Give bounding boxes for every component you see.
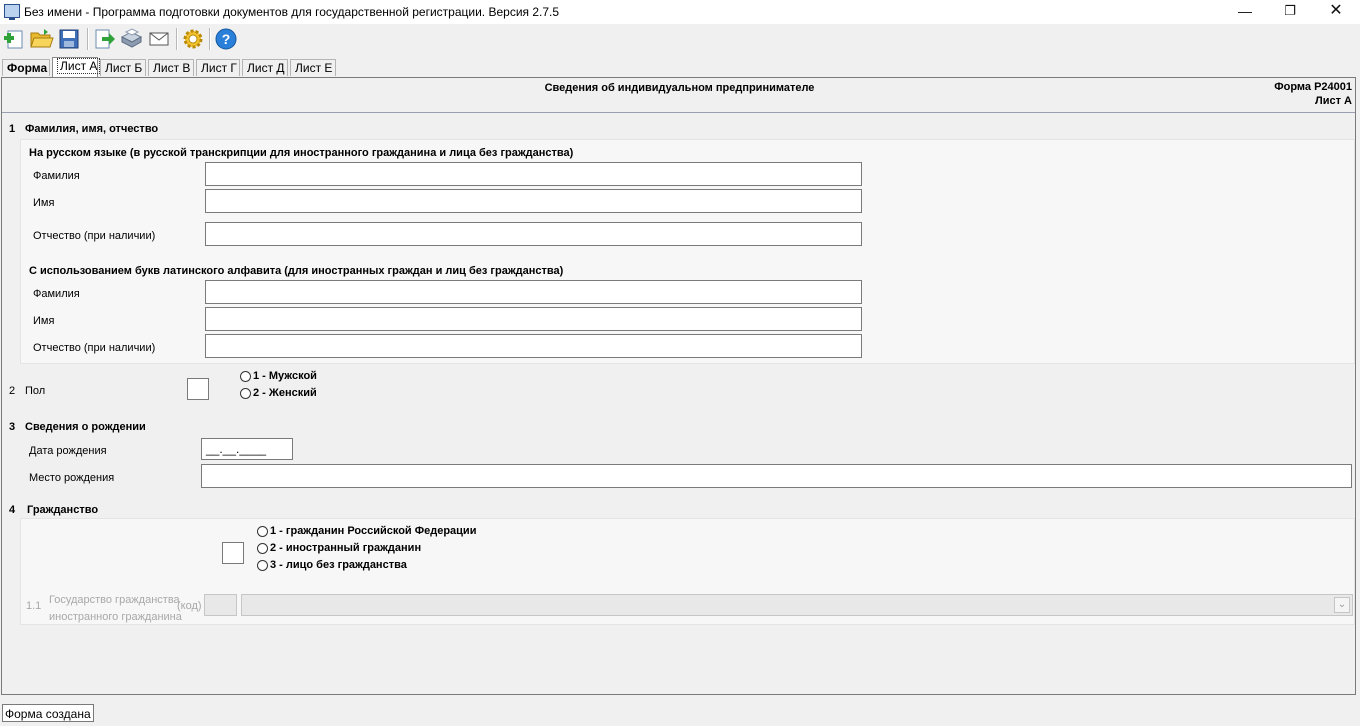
foreign-state-label-line1: Государство гражданства bbox=[49, 594, 180, 606]
print-icon[interactable] bbox=[118, 26, 144, 52]
radio-circle-icon bbox=[240, 370, 251, 382]
section1-title: Фамилия, имя, отчество bbox=[25, 123, 159, 135]
patronymic-ru-input[interactable] bbox=[205, 222, 862, 246]
foreign-citizen-radio[interactable]: 2 - иностранный гражданин bbox=[257, 542, 421, 554]
form-page: Сведения об индивидуальном предпринимате… bbox=[1, 77, 1356, 695]
name-ru-input[interactable] bbox=[205, 189, 862, 213]
stateless-radio[interactable]: 3 - лицо без гражданства bbox=[257, 559, 407, 571]
name-label: Имя bbox=[33, 197, 55, 209]
patronymic-lat-label: Отчество (при наличии) bbox=[33, 342, 156, 354]
stateless-label: 3 - лицо без гражданства bbox=[270, 559, 407, 571]
status-bar: Форма создана bbox=[0, 699, 1360, 726]
form-number: Форма Р24001 bbox=[1274, 81, 1352, 93]
patronymic-label: Отчество (при наличии) bbox=[33, 230, 156, 242]
code-label: (код) bbox=[177, 600, 202, 612]
maximize-button[interactable]: ❐ bbox=[1267, 0, 1313, 24]
email-icon[interactable] bbox=[146, 26, 172, 52]
form-code: Форма Р24001 Лист А bbox=[1274, 80, 1352, 108]
citizen-rf-radio[interactable]: 1 - гражданин Российской Федерации bbox=[257, 525, 476, 537]
tab-list-a[interactable]: Лист А bbox=[52, 57, 101, 77]
birth-date-label: Дата рождения bbox=[29, 445, 107, 457]
tab-list-g[interactable]: Лист Г bbox=[196, 59, 240, 76]
russian-heading: На русском языке (в русской транскрипции… bbox=[29, 147, 574, 159]
radio-circle-icon bbox=[240, 387, 251, 399]
section1-number: 1 bbox=[9, 123, 16, 135]
section4-number: 4 bbox=[9, 504, 16, 516]
gender-female-radio[interactable]: 2 - Женский bbox=[240, 387, 317, 399]
birth-section: Дата рождения __.__.____ Место рождения bbox=[20, 433, 1355, 493]
tab-form[interactable]: Форма bbox=[2, 59, 50, 76]
latin-heading: С использованием букв латинского алфавит… bbox=[29, 265, 564, 277]
help-icon[interactable]: ? bbox=[213, 26, 239, 52]
toolbar-separator bbox=[176, 28, 178, 50]
gender-male-label: 1 - Мужской bbox=[253, 370, 317, 382]
tab-label: Лист А bbox=[57, 58, 101, 74]
foreign-citizen-label: 2 - иностранный гражданин bbox=[270, 542, 422, 554]
tab-list-b[interactable]: Лист Б bbox=[100, 59, 146, 76]
header-divider bbox=[2, 112, 1355, 113]
surname-lat-label: Фамилия bbox=[33, 288, 80, 300]
open-folder-icon[interactable] bbox=[29, 26, 55, 52]
birth-place-input[interactable] bbox=[201, 464, 1352, 488]
gender-code-input[interactable] bbox=[187, 378, 209, 400]
page-title: Сведения об индивидуальном предпринимате… bbox=[544, 82, 815, 94]
citizenship-code-input[interactable] bbox=[222, 542, 244, 564]
tab-list-v[interactable]: Лист В bbox=[148, 59, 194, 76]
subsection-number: 1.1 bbox=[26, 600, 42, 612]
gender-label: Пол bbox=[25, 385, 46, 397]
birth-place-label: Место рождения bbox=[29, 472, 115, 484]
app-computer-icon bbox=[4, 4, 20, 20]
radio-circle-icon bbox=[257, 542, 268, 554]
patronymic-lat-input[interactable] bbox=[205, 334, 862, 358]
name-lat-label: Имя bbox=[33, 315, 55, 327]
citizenship-title: Гражданство bbox=[27, 504, 99, 516]
sheet-name: Лист А bbox=[1315, 95, 1352, 107]
window-title: Без имени - Программа подготовки докумен… bbox=[24, 5, 560, 19]
foreign-state-label-line2: иностранного гражданина bbox=[49, 611, 182, 623]
new-document-icon[interactable] bbox=[1, 26, 27, 52]
svg-text:?: ? bbox=[222, 31, 231, 47]
birth-date-mask: __.__.____ bbox=[206, 442, 267, 456]
tab-list-e[interactable]: Лист Е bbox=[290, 59, 336, 76]
chevron-down-icon[interactable]: ⌄ bbox=[1334, 597, 1350, 613]
title-bar: Без имени - Программа подготовки докумен… bbox=[0, 0, 1360, 24]
settings-gear-icon[interactable] bbox=[180, 26, 206, 52]
minimize-button[interactable]: — bbox=[1222, 0, 1268, 24]
tab-list-d[interactable]: Лист Д bbox=[242, 59, 288, 76]
citizenship-section: 1 - гражданин Российской Федерации 2 - и… bbox=[20, 518, 1355, 625]
gender-male-radio[interactable]: 1 - Мужской bbox=[240, 370, 317, 382]
gender-female-label: 2 - Женский bbox=[253, 387, 317, 399]
birth-section-title: Сведения о рождении bbox=[25, 421, 146, 433]
foreign-state-label: Государство гражданства иностранного гра… bbox=[49, 592, 182, 626]
save-icon[interactable] bbox=[56, 26, 82, 52]
section2-number: 2 bbox=[9, 385, 16, 397]
name-lat-input[interactable] bbox=[205, 307, 862, 331]
radio-circle-icon bbox=[257, 559, 268, 571]
surname-label: Фамилия bbox=[33, 170, 80, 182]
status-text: Форма создана bbox=[2, 704, 94, 722]
close-button[interactable]: ✕ bbox=[1313, 0, 1359, 24]
surname-lat-input[interactable] bbox=[205, 280, 862, 304]
country-select[interactable]: ⌄ bbox=[241, 594, 1353, 616]
toolbar: ? bbox=[0, 24, 1360, 54]
fio-section: На русском языке (в русской транскрипции… bbox=[20, 139, 1355, 364]
section3-number: 3 bbox=[9, 421, 16, 433]
country-code-input[interactable] bbox=[204, 594, 237, 616]
citizen-rf-label: 1 - гражданин Российской Федерации bbox=[270, 525, 477, 537]
radio-circle-icon bbox=[257, 525, 268, 537]
export-icon[interactable] bbox=[91, 26, 117, 52]
toolbar-separator bbox=[87, 28, 89, 50]
birth-date-input[interactable]: __.__.____ bbox=[201, 438, 293, 460]
toolbar-separator bbox=[209, 28, 211, 50]
surname-ru-input[interactable] bbox=[205, 162, 862, 186]
